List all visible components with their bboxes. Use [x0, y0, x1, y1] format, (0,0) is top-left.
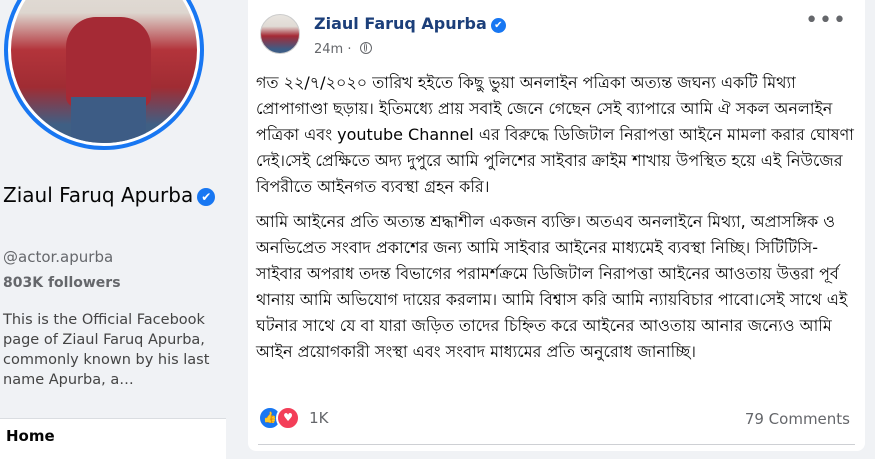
verified-badge-icon: ✔ [197, 188, 216, 206]
globe-icon [359, 42, 372, 54]
post-timestamp[interactable]: 24m · [314, 42, 372, 57]
profile-photo [8, 0, 200, 146]
post-author-name[interactable]: Ziaul Faruq Apurba ✔ [314, 14, 506, 33]
page-handle[interactable]: @actor.apurba [3, 248, 113, 266]
page-title: Ziaul Faruq Apurba ✔ [3, 180, 233, 211]
nav-item-home[interactable]: Home [6, 427, 55, 445]
verified-badge-icon: ✔ [490, 18, 506, 33]
love-icon: ♥ [276, 406, 300, 430]
page-sidebar: Ziaul Faruq Apurba ✔ @actor.apurba 803K f… [0, 0, 240, 459]
reaction-count[interactable]: 1K [309, 409, 328, 427]
page-about-text: This is the Official Facebook page of Zi… [3, 312, 210, 388]
post-paragraph: গত ২২/৭/২০২০ তারিখ হইতে কিছু ভুয়া অনলাই… [256, 73, 854, 196]
divider [258, 444, 855, 445]
post-paragraph: আমি আইনের প্রতি অত্যন্ত শ্রদ্ধাশীল একজন … [256, 212, 848, 361]
comments-count[interactable]: 79 Comments [745, 410, 850, 428]
profile-avatar[interactable] [4, 0, 204, 150]
followers-count: 803K followers [3, 275, 121, 291]
more-options-icon[interactable]: ••• [805, 8, 847, 33]
sidebar-nav: Home [0, 418, 226, 459]
reactions-summary[interactable]: 👍 ♥ 1K [258, 406, 328, 430]
post-author-avatar[interactable] [260, 14, 300, 54]
post-card: Ziaul Faruq Apurba ✔ 24m · ••• গত ২২/৭/২০… [248, 0, 865, 451]
post-text: গত ২২/৭/২০২০ তারিখ হইতে কিছু ভুয়া অনলাই… [256, 70, 856, 374]
